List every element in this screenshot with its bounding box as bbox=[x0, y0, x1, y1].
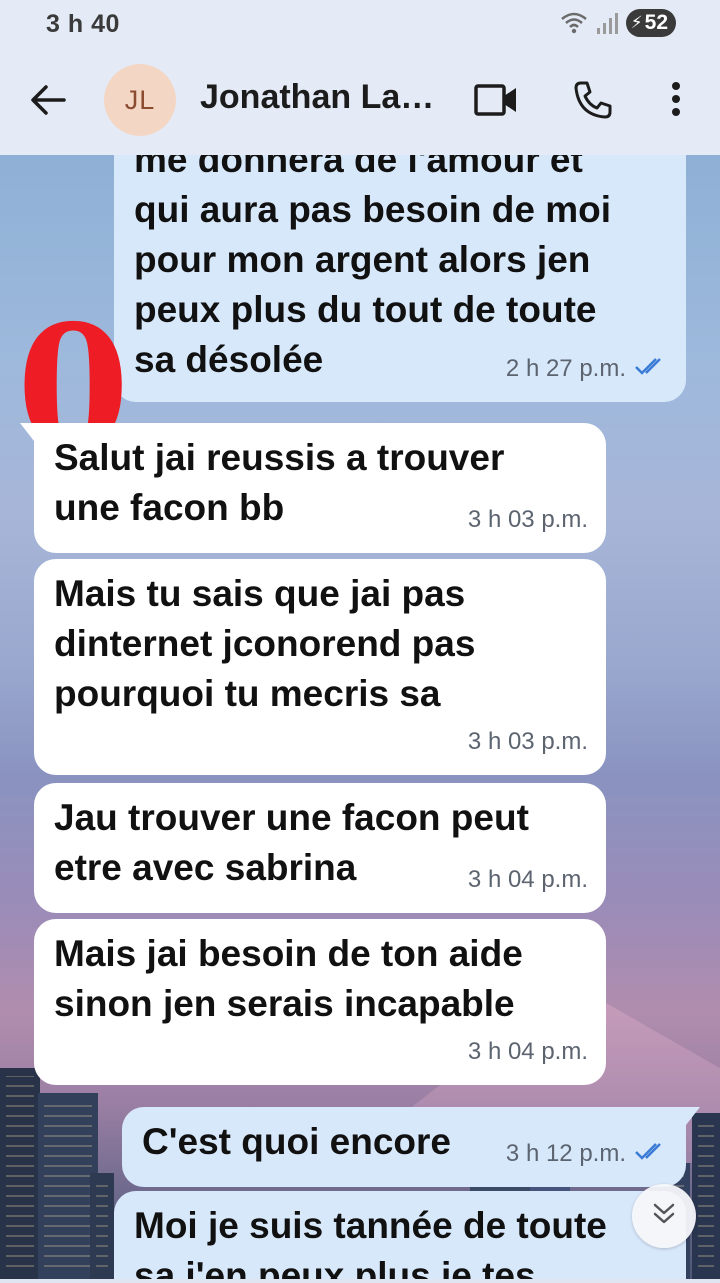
read-check-icon bbox=[634, 344, 668, 394]
message-text: Mais tu sais que jai pas dinternet jcono… bbox=[54, 573, 476, 714]
message-meta: 3 h 12 p.m. bbox=[506, 1129, 668, 1179]
phone-icon[interactable] bbox=[572, 80, 612, 125]
message-outgoing[interactable]: C'est quoi encore 3 h 12 p.m. bbox=[122, 1107, 700, 1187]
message-time: 3 h 12 p.m. bbox=[505, 1140, 626, 1167]
more-vertical-icon[interactable] bbox=[668, 80, 684, 125]
message-time: 3 h 04 p.m. bbox=[467, 866, 588, 893]
message-incoming[interactable]: Salut jai reussis a trouver une facon bb… bbox=[20, 423, 606, 553]
contact-name[interactable]: Jonathan Lapointe bbox=[200, 78, 440, 117]
message-meta: 2 h 27 p.m. bbox=[506, 344, 668, 394]
message-incoming[interactable]: Mais jai besoin de ton aide sinon jen se… bbox=[34, 919, 606, 1085]
message-meta: 3 h 04 p.m. bbox=[468, 855, 588, 905]
message-text: Mais jai besoin de ton aide sinon jen se… bbox=[54, 933, 523, 1024]
charging-icon: ⚡ bbox=[630, 13, 643, 32]
message-outgoing[interactable]: Moi je suis tannée de toute sa j'en peux… bbox=[114, 1191, 686, 1283]
message-time: 3 h 04 p.m. bbox=[467, 1038, 588, 1065]
message-incoming[interactable]: Mais tu sais que jai pas dinternet jcono… bbox=[34, 559, 606, 775]
message-time: 3 h 03 p.m. bbox=[467, 728, 588, 755]
message-text: Moi je suis tannée de toute sa j'en peux… bbox=[134, 1205, 607, 1283]
battery-indicator: ⚡ 52 bbox=[625, 9, 676, 37]
read-check-icon bbox=[634, 1129, 668, 1179]
signal-icon bbox=[596, 11, 618, 35]
scroll-to-bottom-button[interactable] bbox=[632, 1184, 696, 1248]
message-incoming[interactable]: Jau trouver une facon peut etre avec sab… bbox=[34, 783, 606, 913]
video-call-icon[interactable] bbox=[474, 82, 518, 123]
back-arrow-icon[interactable] bbox=[28, 80, 68, 120]
status-icons: ⚡ 52 bbox=[560, 9, 676, 37]
message-meta: 3 h 04 p.m. bbox=[468, 1027, 588, 1077]
status-bar: 3 h 40 ⚡ 52 bbox=[0, 0, 720, 50]
avatar[interactable]: JL bbox=[104, 64, 176, 136]
double-chevron-down-icon bbox=[649, 1199, 679, 1234]
status-time: 3 h 40 bbox=[46, 10, 120, 38]
message-time: 2 h 27 p.m. bbox=[505, 355, 626, 382]
wifi-icon bbox=[560, 11, 588, 35]
message-list[interactable]: me donnera de l'amour et qui aura pas be… bbox=[0, 155, 720, 1283]
message-meta: 3 h 03 p.m. bbox=[468, 717, 588, 767]
message-meta: 3 h 03 p.m. bbox=[468, 495, 588, 545]
battery-level: 52 bbox=[644, 11, 668, 34]
message-outgoing[interactable]: me donnera de l'amour et qui aura pas be… bbox=[114, 155, 686, 402]
bottom-edge bbox=[0, 1279, 720, 1283]
chat-header: JL Jonathan Lapointe bbox=[0, 50, 720, 155]
message-time: 3 h 03 p.m. bbox=[467, 506, 588, 533]
